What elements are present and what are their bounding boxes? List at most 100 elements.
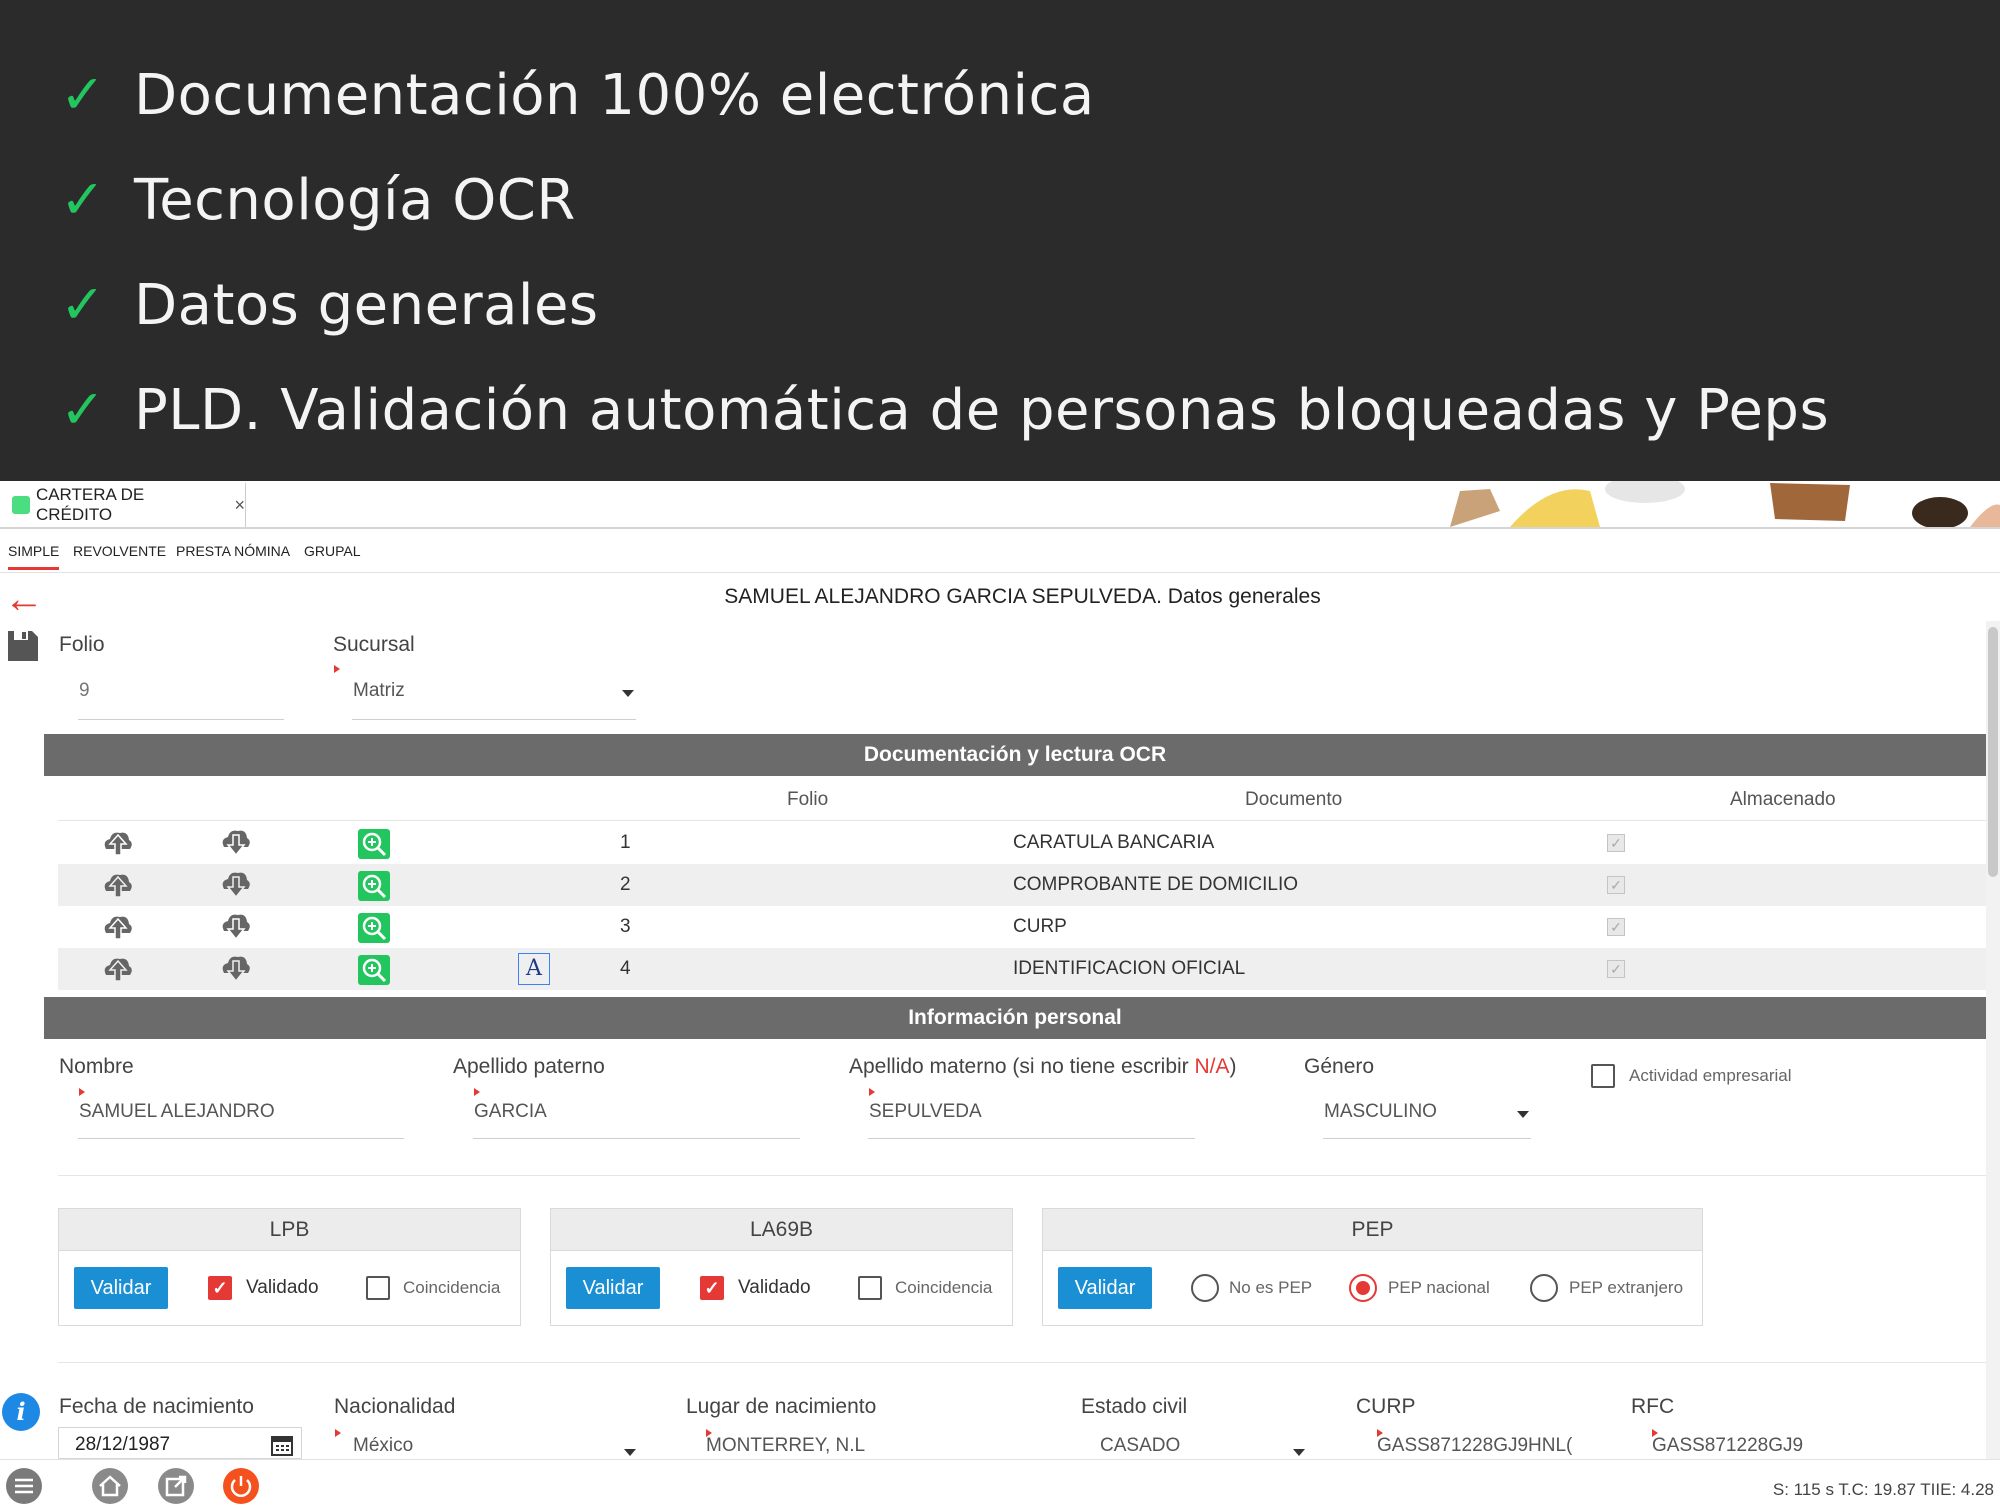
la69b-panel: LA69B Validar ✓ Validado Coincidencia bbox=[550, 1208, 1013, 1326]
vertical-scrollbar[interactable] bbox=[1986, 621, 2000, 1459]
actividad-empresarial-label: Actividad empresarial bbox=[1629, 1066, 1792, 1085]
na-hint: N/A bbox=[1194, 1055, 1230, 1078]
documentation-section-header: Documentación y lectura OCR bbox=[44, 734, 1986, 776]
save-icon[interactable] bbox=[6, 629, 40, 663]
sucursal-label: Sucursal bbox=[333, 633, 415, 656]
column-header-folio: Folio bbox=[787, 789, 829, 810]
genero-select[interactable]: MASCULINO bbox=[1324, 1101, 1437, 1123]
divider bbox=[58, 1175, 1986, 1176]
row-folio: 2 bbox=[620, 874, 631, 895]
almacenado-checkbox: ✓ bbox=[1607, 960, 1625, 978]
la69b-validado-checkbox[interactable]: ✓ bbox=[700, 1276, 724, 1300]
upload-cloud-icon[interactable] bbox=[102, 829, 134, 857]
lpb-coincidencia-label: Coincidencia bbox=[403, 1278, 501, 1297]
row-documento: COMPROBANTE DE DOMICILIO bbox=[1013, 874, 1299, 895]
bullet-text: PLD. Validación automática de personas b… bbox=[134, 377, 1830, 443]
la69b-panel-title: LA69B bbox=[551, 1209, 1012, 1251]
estado-civil-label: Estado civil bbox=[1081, 1395, 1188, 1418]
fecha-nacimiento-field[interactable]: 28/12/1987 bbox=[58, 1427, 302, 1459]
rfc-label: RFC bbox=[1631, 1395, 1675, 1418]
home-icon[interactable] bbox=[92, 1468, 128, 1504]
pep-extranjero-label: PEP extranjero bbox=[1569, 1278, 1684, 1297]
info-icon[interactable]: i bbox=[2, 1393, 40, 1431]
fecha-nacimiento-input[interactable]: 28/12/1987 bbox=[75, 1434, 170, 1456]
zoom-in-icon[interactable] bbox=[358, 871, 390, 901]
rfc-input[interactable]: GASS871228GJ9 bbox=[1652, 1435, 1803, 1457]
subtab-presta-nomina[interactable]: PRESTA NÓMINA bbox=[176, 543, 290, 559]
tab-status-icon bbox=[12, 496, 30, 514]
lugar-nacimiento-input[interactable]: MONTERREY, N.L bbox=[706, 1435, 865, 1457]
apellido-materno-input[interactable]: SEPULVEDA bbox=[869, 1101, 982, 1123]
sucursal-select[interactable]: Matriz bbox=[353, 680, 405, 702]
power-icon[interactable] bbox=[223, 1468, 259, 1504]
scrollbar-thumb[interactable] bbox=[1988, 627, 1998, 877]
app-window: CARTERA DE CRÉDITO × SIMPLE REVOLVENTE P… bbox=[0, 481, 2000, 1506]
calendar-icon[interactable] bbox=[271, 1434, 293, 1456]
lpb-validado-label: Validado bbox=[246, 1277, 319, 1298]
check-icon: ✓ bbox=[60, 168, 106, 231]
upload-cloud-icon[interactable] bbox=[102, 871, 134, 899]
pep-validar-button[interactable]: Validar bbox=[1058, 1267, 1152, 1309]
curp-label: CURP bbox=[1356, 1395, 1416, 1418]
column-header-documento: Documento bbox=[1245, 789, 1343, 810]
apellido-paterno-input[interactable]: GARCIA bbox=[474, 1101, 547, 1123]
almacenado-checkbox: ✓ bbox=[1607, 834, 1625, 852]
lpb-validar-button[interactable]: Validar bbox=[74, 1267, 168, 1309]
subtab-grupal[interactable]: GRUPAL bbox=[304, 543, 361, 559]
zoom-in-icon[interactable] bbox=[358, 913, 390, 943]
download-cloud-icon[interactable] bbox=[220, 955, 252, 983]
almacenado-checkbox: ✓ bbox=[1607, 918, 1625, 936]
download-cloud-icon[interactable] bbox=[220, 913, 252, 941]
export-icon[interactable] bbox=[158, 1468, 194, 1504]
required-marker bbox=[474, 1088, 480, 1096]
upload-cloud-icon[interactable] bbox=[102, 913, 134, 941]
required-marker bbox=[334, 665, 340, 673]
subtab-revolvente[interactable]: REVOLVENTE bbox=[73, 543, 166, 559]
la69b-coincidencia-checkbox[interactable] bbox=[858, 1276, 882, 1300]
subtab-simple[interactable]: SIMPLE bbox=[8, 543, 60, 570]
menu-icon[interactable] bbox=[6, 1468, 42, 1504]
download-cloud-icon[interactable] bbox=[220, 871, 252, 899]
upload-cloud-icon[interactable] bbox=[102, 955, 134, 983]
chevron-down-icon[interactable] bbox=[622, 690, 634, 697]
apellido-materno-label: Apellido materno (si no tiene escribir N… bbox=[849, 1055, 1237, 1079]
download-cloud-icon[interactable] bbox=[220, 829, 252, 857]
genero-underline bbox=[1323, 1138, 1531, 1139]
pep-extranjero-radio[interactable] bbox=[1530, 1274, 1558, 1302]
footer-bar: S: 115 s T.C: 19.87 TIIE: 4.28 bbox=[0, 1459, 2000, 1506]
nacionalidad-select[interactable]: México bbox=[353, 1435, 413, 1457]
nombre-underline bbox=[78, 1138, 404, 1139]
bullet-text: Tecnología OCR bbox=[134, 167, 576, 233]
chevron-down-icon[interactable] bbox=[624, 1449, 636, 1456]
lpb-panel-title: LPB bbox=[59, 1209, 520, 1251]
table-row: A 4 IDENTIFICACION OFICIAL ✓ bbox=[58, 948, 1986, 990]
chevron-down-icon[interactable] bbox=[1517, 1111, 1529, 1118]
row-folio: 4 bbox=[620, 958, 631, 979]
estado-civil-select[interactable]: CASADO bbox=[1100, 1435, 1180, 1457]
fecha-nacimiento-label: Fecha de nacimiento bbox=[59, 1395, 254, 1418]
bullet-4: ✓ PLD. Validación automática de personas… bbox=[60, 365, 1829, 455]
bullet-text: Documentación 100% electrónica bbox=[134, 62, 1095, 128]
nombre-input[interactable]: SAMUEL ALEJANDRO bbox=[79, 1101, 275, 1123]
zoom-in-icon[interactable] bbox=[358, 955, 390, 985]
ocr-icon[interactable]: A bbox=[518, 953, 550, 985]
nacionalidad-label: Nacionalidad bbox=[334, 1395, 456, 1418]
row-folio: 1 bbox=[620, 832, 631, 853]
folio-field[interactable]: 9 bbox=[79, 680, 90, 702]
column-header-almacenado: Almacenado bbox=[1730, 789, 1836, 810]
lpb-coincidencia-checkbox[interactable] bbox=[366, 1276, 390, 1300]
chevron-down-icon[interactable] bbox=[1293, 1449, 1305, 1456]
lpb-validado-checkbox[interactable]: ✓ bbox=[208, 1276, 232, 1300]
row-documento: CARATULA BANCARIA bbox=[1013, 832, 1215, 853]
la69b-validar-button[interactable]: Validar bbox=[566, 1267, 660, 1309]
pep-nacional-radio[interactable] bbox=[1349, 1274, 1377, 1302]
tab-cartera-credito[interactable]: CARTERA DE CRÉDITO × bbox=[0, 483, 246, 527]
curp-input[interactable]: GASS871228GJ9HNL( bbox=[1377, 1435, 1577, 1457]
close-icon[interactable]: × bbox=[234, 495, 245, 516]
no-pep-radio[interactable] bbox=[1191, 1274, 1219, 1302]
zoom-in-icon[interactable] bbox=[358, 829, 390, 859]
actividad-empresarial-checkbox[interactable] bbox=[1591, 1064, 1615, 1088]
header-decoration-image bbox=[1450, 481, 2000, 527]
page-title: SAMUEL ALEJANDRO GARCIA SEPULVEDA. Datos… bbox=[724, 585, 1321, 608]
la69b-validado-label: Validado bbox=[738, 1277, 811, 1298]
